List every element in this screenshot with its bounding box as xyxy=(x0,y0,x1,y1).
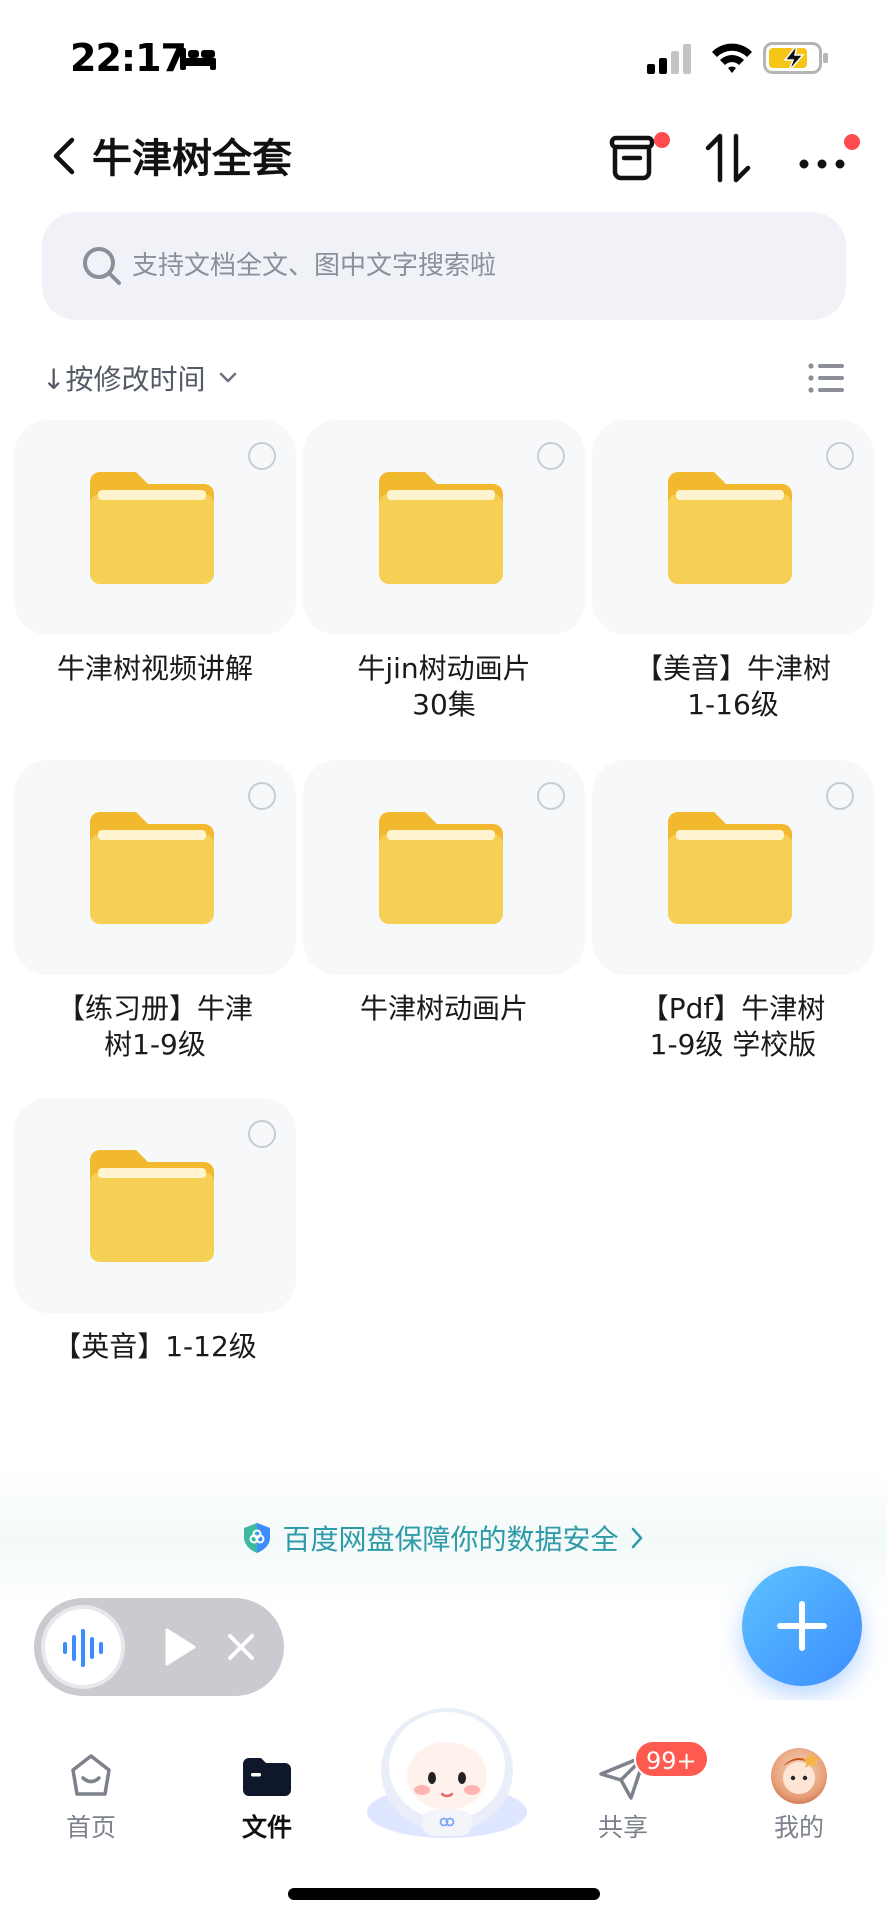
sort-label: ↓按修改时间 xyxy=(42,363,206,396)
folder-icon xyxy=(668,812,792,924)
home-icon xyxy=(71,1754,111,1796)
folder-card[interactable] xyxy=(14,1098,296,1313)
back-icon[interactable] xyxy=(48,134,82,178)
plus-icon xyxy=(777,1601,827,1651)
top-bar: 牛津树全套 xyxy=(0,120,887,192)
notification-dot xyxy=(844,134,860,150)
select-checkbox[interactable] xyxy=(537,442,565,470)
folder-name: 【Pdf】牛津树 1-9级 学校版 xyxy=(640,992,826,1061)
chevron-right-icon xyxy=(631,1527,642,1549)
tab-home[interactable]: 首页 xyxy=(36,1748,146,1844)
security-link[interactable]: 百度网盘保障你的数据安全 xyxy=(0,1518,887,1558)
bottom-tab-bar: 首页 文件 99+ 共享 我的 xyxy=(0,1700,887,1920)
home-indicator xyxy=(288,1888,600,1900)
folder-item[interactable]: 【英音】1-12级 xyxy=(14,1098,296,1365)
select-checkbox[interactable] xyxy=(826,782,854,810)
select-checkbox[interactable] xyxy=(248,1120,276,1148)
tab-label: 首页 xyxy=(65,1813,116,1842)
battery-charging-icon xyxy=(763,42,828,74)
more-button[interactable] xyxy=(796,130,860,190)
search-input[interactable] xyxy=(132,212,822,320)
search-bar[interactable] xyxy=(42,212,846,320)
folder-name: 牛津树视频讲解 xyxy=(56,652,253,685)
folder-icon xyxy=(90,472,214,584)
shield-icon xyxy=(244,1523,271,1553)
wifi-icon xyxy=(712,43,752,73)
sound-wave-icon xyxy=(63,1629,103,1667)
add-button[interactable] xyxy=(742,1566,862,1686)
sort-bar: ↓按修改时间 xyxy=(42,350,846,406)
folder-icon xyxy=(90,1150,214,1262)
folder-card[interactable] xyxy=(303,420,585,635)
folder-name: 牛津树动画片 xyxy=(359,992,528,1025)
folder-item[interactable]: 牛jin树动画片 30集 xyxy=(303,420,585,723)
play-icon[interactable] xyxy=(162,1626,198,1668)
sort-arrows-icon[interactable] xyxy=(700,130,756,186)
page-title: 牛津树全套 xyxy=(92,136,292,182)
tab-label: 共享 xyxy=(597,1813,648,1842)
folder-card[interactable] xyxy=(592,760,874,975)
folder-item[interactable]: 牛津树视频讲解 xyxy=(14,420,296,687)
audio-mini-player xyxy=(34,1598,284,1696)
folder-card[interactable] xyxy=(14,420,296,635)
tab-files[interactable]: 文件 xyxy=(212,1748,322,1844)
select-checkbox[interactable] xyxy=(826,442,854,470)
status-bar: 22:17 xyxy=(0,0,887,110)
close-icon[interactable] xyxy=(224,1630,258,1664)
folder-card[interactable] xyxy=(592,420,874,635)
archive-box-icon xyxy=(609,135,655,181)
status-time: 22:17 xyxy=(70,36,187,80)
tab-label: 文件 xyxy=(241,1813,292,1842)
folder-card[interactable] xyxy=(303,760,585,975)
audio-assistant-button[interactable] xyxy=(41,1605,125,1689)
folder-icon xyxy=(379,472,503,584)
folder-item[interactable]: 牛津树动画片 xyxy=(303,760,585,1027)
sort-selector[interactable]: ↓按修改时间 xyxy=(42,358,239,398)
share-badge: 99+ xyxy=(634,1740,709,1778)
folder-icon xyxy=(243,1758,291,1796)
recycle-button[interactable] xyxy=(604,130,670,190)
select-checkbox[interactable] xyxy=(248,782,276,810)
list-view-icon[interactable] xyxy=(806,358,846,398)
folder-name: 【练习册】牛津 树1-9级 xyxy=(56,992,253,1061)
select-checkbox[interactable] xyxy=(537,782,565,810)
search-icon xyxy=(83,247,121,285)
tab-label: 我的 xyxy=(773,1813,824,1842)
tab-me[interactable]: 我的 xyxy=(744,1748,854,1844)
folder-name: 【英音】1-12级 xyxy=(53,1330,257,1363)
folder-card[interactable] xyxy=(14,760,296,975)
mascot-assistant-button[interactable] xyxy=(362,1700,532,1840)
folder-item[interactable]: 【美音】牛津树 1-16级 xyxy=(592,420,874,723)
tab-share[interactable]: 99+ 共享 xyxy=(568,1740,709,1844)
bed-icon xyxy=(180,48,216,70)
select-checkbox[interactable] xyxy=(248,442,276,470)
avatar-face xyxy=(783,1752,820,1794)
security-text: 百度网盘保障你的数据安全 xyxy=(282,1523,619,1556)
folder-icon xyxy=(379,812,503,924)
chevron-down-icon xyxy=(220,372,237,383)
avatar xyxy=(771,1748,827,1804)
folder-icon xyxy=(668,472,792,584)
folder-name: 【美音】牛津树 1-16级 xyxy=(634,652,831,721)
notification-dot xyxy=(654,132,670,148)
folder-icon xyxy=(90,812,214,924)
folder-item[interactable]: 【Pdf】牛津树 1-9级 学校版 xyxy=(592,760,874,1063)
cellular-signal-icon xyxy=(647,44,691,74)
folder-item[interactable]: 【练习册】牛津 树1-9级 xyxy=(14,760,296,1063)
folder-name: 牛jin树动画片 30集 xyxy=(357,652,531,721)
